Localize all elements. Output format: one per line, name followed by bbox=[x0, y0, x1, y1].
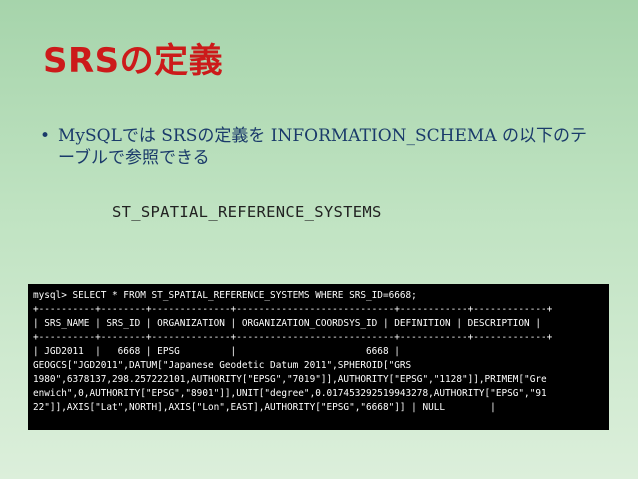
console-line: | JGD2011 | 6668 | EPSG | 6668 | bbox=[33, 346, 400, 357]
console-line: GEOGCS["JGD2011",DATUM["Japanese Geodeti… bbox=[33, 360, 412, 371]
slide: SRSの定義 • MySQLでは SRSの定義を INFORMATION_SCH… bbox=[0, 0, 638, 479]
console-line: mysql> SELECT * FROM ST_SPATIAL_REFERENC… bbox=[33, 290, 417, 301]
console-line: | SRS_NAME | SRS_ID | ORGANIZATION | ORG… bbox=[33, 318, 541, 329]
mysql-console-output: mysql> SELECT * FROM ST_SPATIAL_REFERENC… bbox=[28, 284, 609, 430]
bullet-text: MySQLでは SRSの定義を INFORMATION_SCHEMA の以下のテ… bbox=[58, 126, 587, 168]
console-line: +----------+--------+--------------+----… bbox=[33, 304, 553, 315]
table-name-label: ST_SPATIAL_REFERENCE_SYSTEMS bbox=[112, 203, 382, 221]
bullet-marker: • bbox=[40, 126, 51, 146]
slide-title: SRSの定義 bbox=[43, 41, 224, 81]
console-line: +----------+--------+--------------+----… bbox=[33, 332, 553, 343]
console-line: 22"]],AXIS["Lat",NORTH],AXIS["Lon",EAST]… bbox=[33, 402, 496, 413]
console-line: enwich",0,AUTHORITY["EPSG","8901"]],UNIT… bbox=[33, 388, 547, 399]
console-line: 1980",6378137,298.257222101,AUTHORITY["E… bbox=[33, 374, 547, 385]
bullet-item: • MySQLでは SRSの定義を INFORMATION_SCHEMA の以下… bbox=[40, 125, 600, 169]
